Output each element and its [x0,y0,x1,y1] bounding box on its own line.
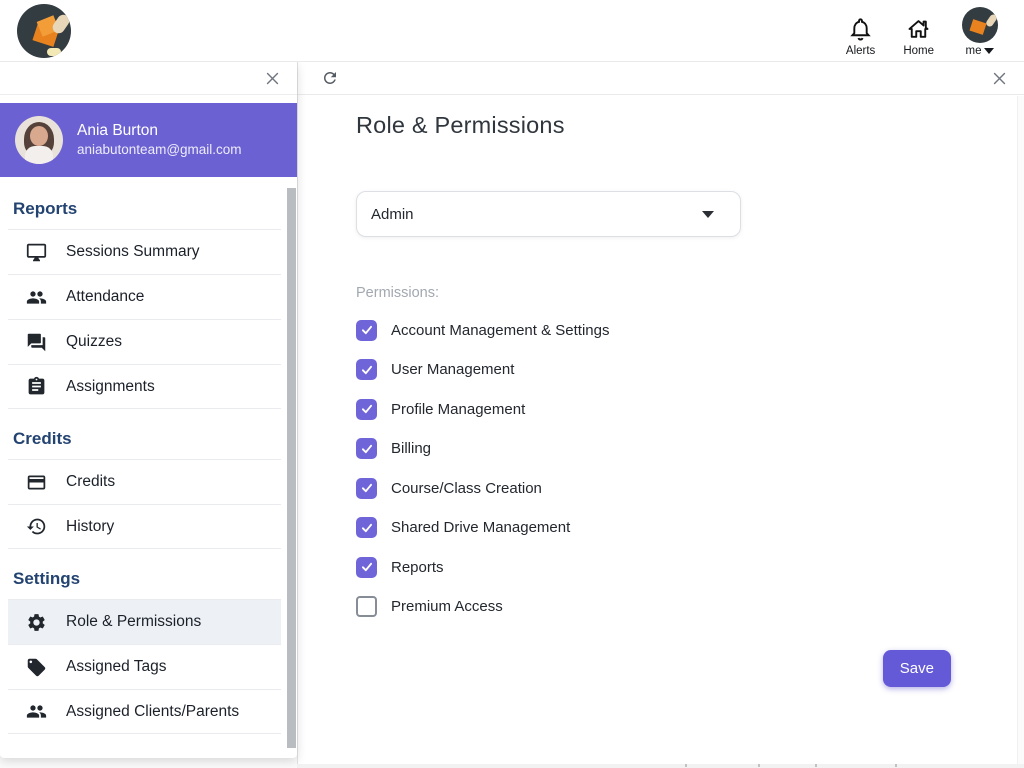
user-name: Ania Burton [77,121,242,141]
sidebar-item-attendance[interactable]: Attendance [8,274,281,319]
sidebar-item-quizzes[interactable]: Quizzes [8,319,281,364]
sidebar-item-label: Sessions Summary [66,243,200,261]
permission-label: Shared Drive Management [391,519,570,536]
sidebar-section-settings: Settings Role & Permissions Assigned Tag… [0,549,297,734]
sidebar-item-label: Role & Permissions [66,613,201,631]
close-icon[interactable] [991,70,1008,87]
sidebar-toolbar [0,62,297,95]
permissions-label: Permissions: [356,285,1024,301]
permission-label: Course/Class Creation [391,480,542,497]
role-permissions-content: Role & Permissions Admin Permissions: Ac… [298,95,1024,619]
checkbox-shared-drive-management[interactable] [356,517,377,538]
avatar [15,116,63,164]
logo-shape [47,48,61,56]
scrollbar-thumb[interactable] [287,188,296,748]
main-scrollbar[interactable] [1017,96,1024,764]
close-icon[interactable] [264,70,281,87]
people-icon [26,287,47,308]
sidebar-item-label: Quizzes [66,333,122,351]
home-icon [905,16,932,43]
permissions-list: Account Management & Settings User Manag… [356,318,1024,619]
user-card: Ania Burton aniabutonteam@gmail.com [0,103,297,177]
tag-icon [26,657,47,678]
sidebar-section-credits: Credits Credits History [0,409,297,549]
checkbox-user-management[interactable] [356,359,377,380]
permission-label: Profile Management [391,401,525,418]
clipboard-icon [26,376,47,397]
sidebar-item-label: Credits [66,473,115,491]
chat-icon [26,332,47,353]
gear-icon [26,612,47,633]
checkbox-profile-management[interactable] [356,399,377,420]
home-label: Home [903,45,934,57]
role-dropdown[interactable]: Admin [356,191,741,237]
monitor-icon [26,242,47,263]
role-dropdown-value: Admin [371,206,414,223]
section-title: Settings [0,549,297,599]
permission-row: Reports [356,555,1024,579]
sidebar-item-sessions-summary[interactable]: Sessions Summary [8,229,281,274]
checkbox-reports[interactable] [356,557,377,578]
checkbox-course-class-creation[interactable] [356,478,377,499]
main-toolbar [298,62,1024,95]
save-button[interactable]: Save [883,650,951,687]
page-title: Role & Permissions [356,112,1024,139]
permission-label: Premium Access [391,598,503,615]
sidebar-item-label: History [66,518,114,536]
main-panel: Role & Permissions Admin Permissions: Ac… [297,62,1024,764]
user-email: aniabutonteam@gmail.com [77,141,242,159]
permission-row: Account Management & Settings [356,318,1024,342]
sidebar-item-label: Attendance [66,288,144,306]
sidebar-item-assignments[interactable]: Assignments [8,364,281,409]
save-row: Save [883,650,951,687]
chevron-down-icon [984,48,994,54]
user-avatar [962,7,998,43]
alerts-label: Alerts [846,45,875,57]
home-button[interactable]: Home [903,16,934,57]
sidebar-section-reports: Reports Sessions Summary Attendance [0,179,297,409]
topbar-actions: Alerts Home me [846,7,998,57]
section-title: Reports [0,179,297,229]
permission-row: Shared Drive Management [356,516,1024,540]
app-window: Alerts Home me [0,0,1024,768]
topbar: Alerts Home me [0,0,1024,62]
history-icon [26,516,47,537]
checkbox-billing[interactable] [356,438,377,459]
sidebar-scrollbar[interactable] [287,188,296,758]
sidebar-panel: Ania Burton aniabutonteam@gmail.com Repo… [0,62,297,758]
me-menu[interactable]: me [962,7,998,57]
checkbox-account-management[interactable] [356,320,377,341]
checkbox-premium-access[interactable] [356,596,377,617]
sidebar-item-label: Assigned Tags [66,658,167,676]
permission-row: Premium Access [356,595,1024,619]
section-title: Credits [0,409,297,459]
sidebar-item-role-permissions[interactable]: Role & Permissions [8,599,281,644]
sidebar-item-assigned-tags[interactable]: Assigned Tags [8,644,281,689]
sidebar-item-history[interactable]: History [8,504,281,549]
permission-label: User Management [391,361,514,378]
permission-row: Profile Management [356,397,1024,421]
permission-label: Reports [391,559,444,576]
permission-row: Course/Class Creation [356,476,1024,500]
people-icon [26,701,47,722]
sidebar-menu: Reports Sessions Summary Attendance [0,177,297,734]
chevron-down-icon [702,211,714,218]
refresh-icon[interactable] [321,69,339,87]
permission-row: Billing [356,437,1024,461]
bell-icon [847,16,874,43]
permission-label: Billing [391,440,431,457]
me-label: me [966,45,982,57]
credit-card-icon [26,472,47,493]
sidebar-item-credits[interactable]: Credits [8,459,281,504]
sidebar-item-label: Assigned Clients/Parents [66,703,239,721]
permission-label: Account Management & Settings [391,322,609,339]
permission-row: User Management [356,358,1024,382]
sidebar-item-label: Assignments [66,378,155,396]
alerts-button[interactable]: Alerts [846,16,875,57]
app-logo[interactable] [17,4,71,58]
sidebar-item-assigned-clients-parents[interactable]: Assigned Clients/Parents [8,689,281,734]
